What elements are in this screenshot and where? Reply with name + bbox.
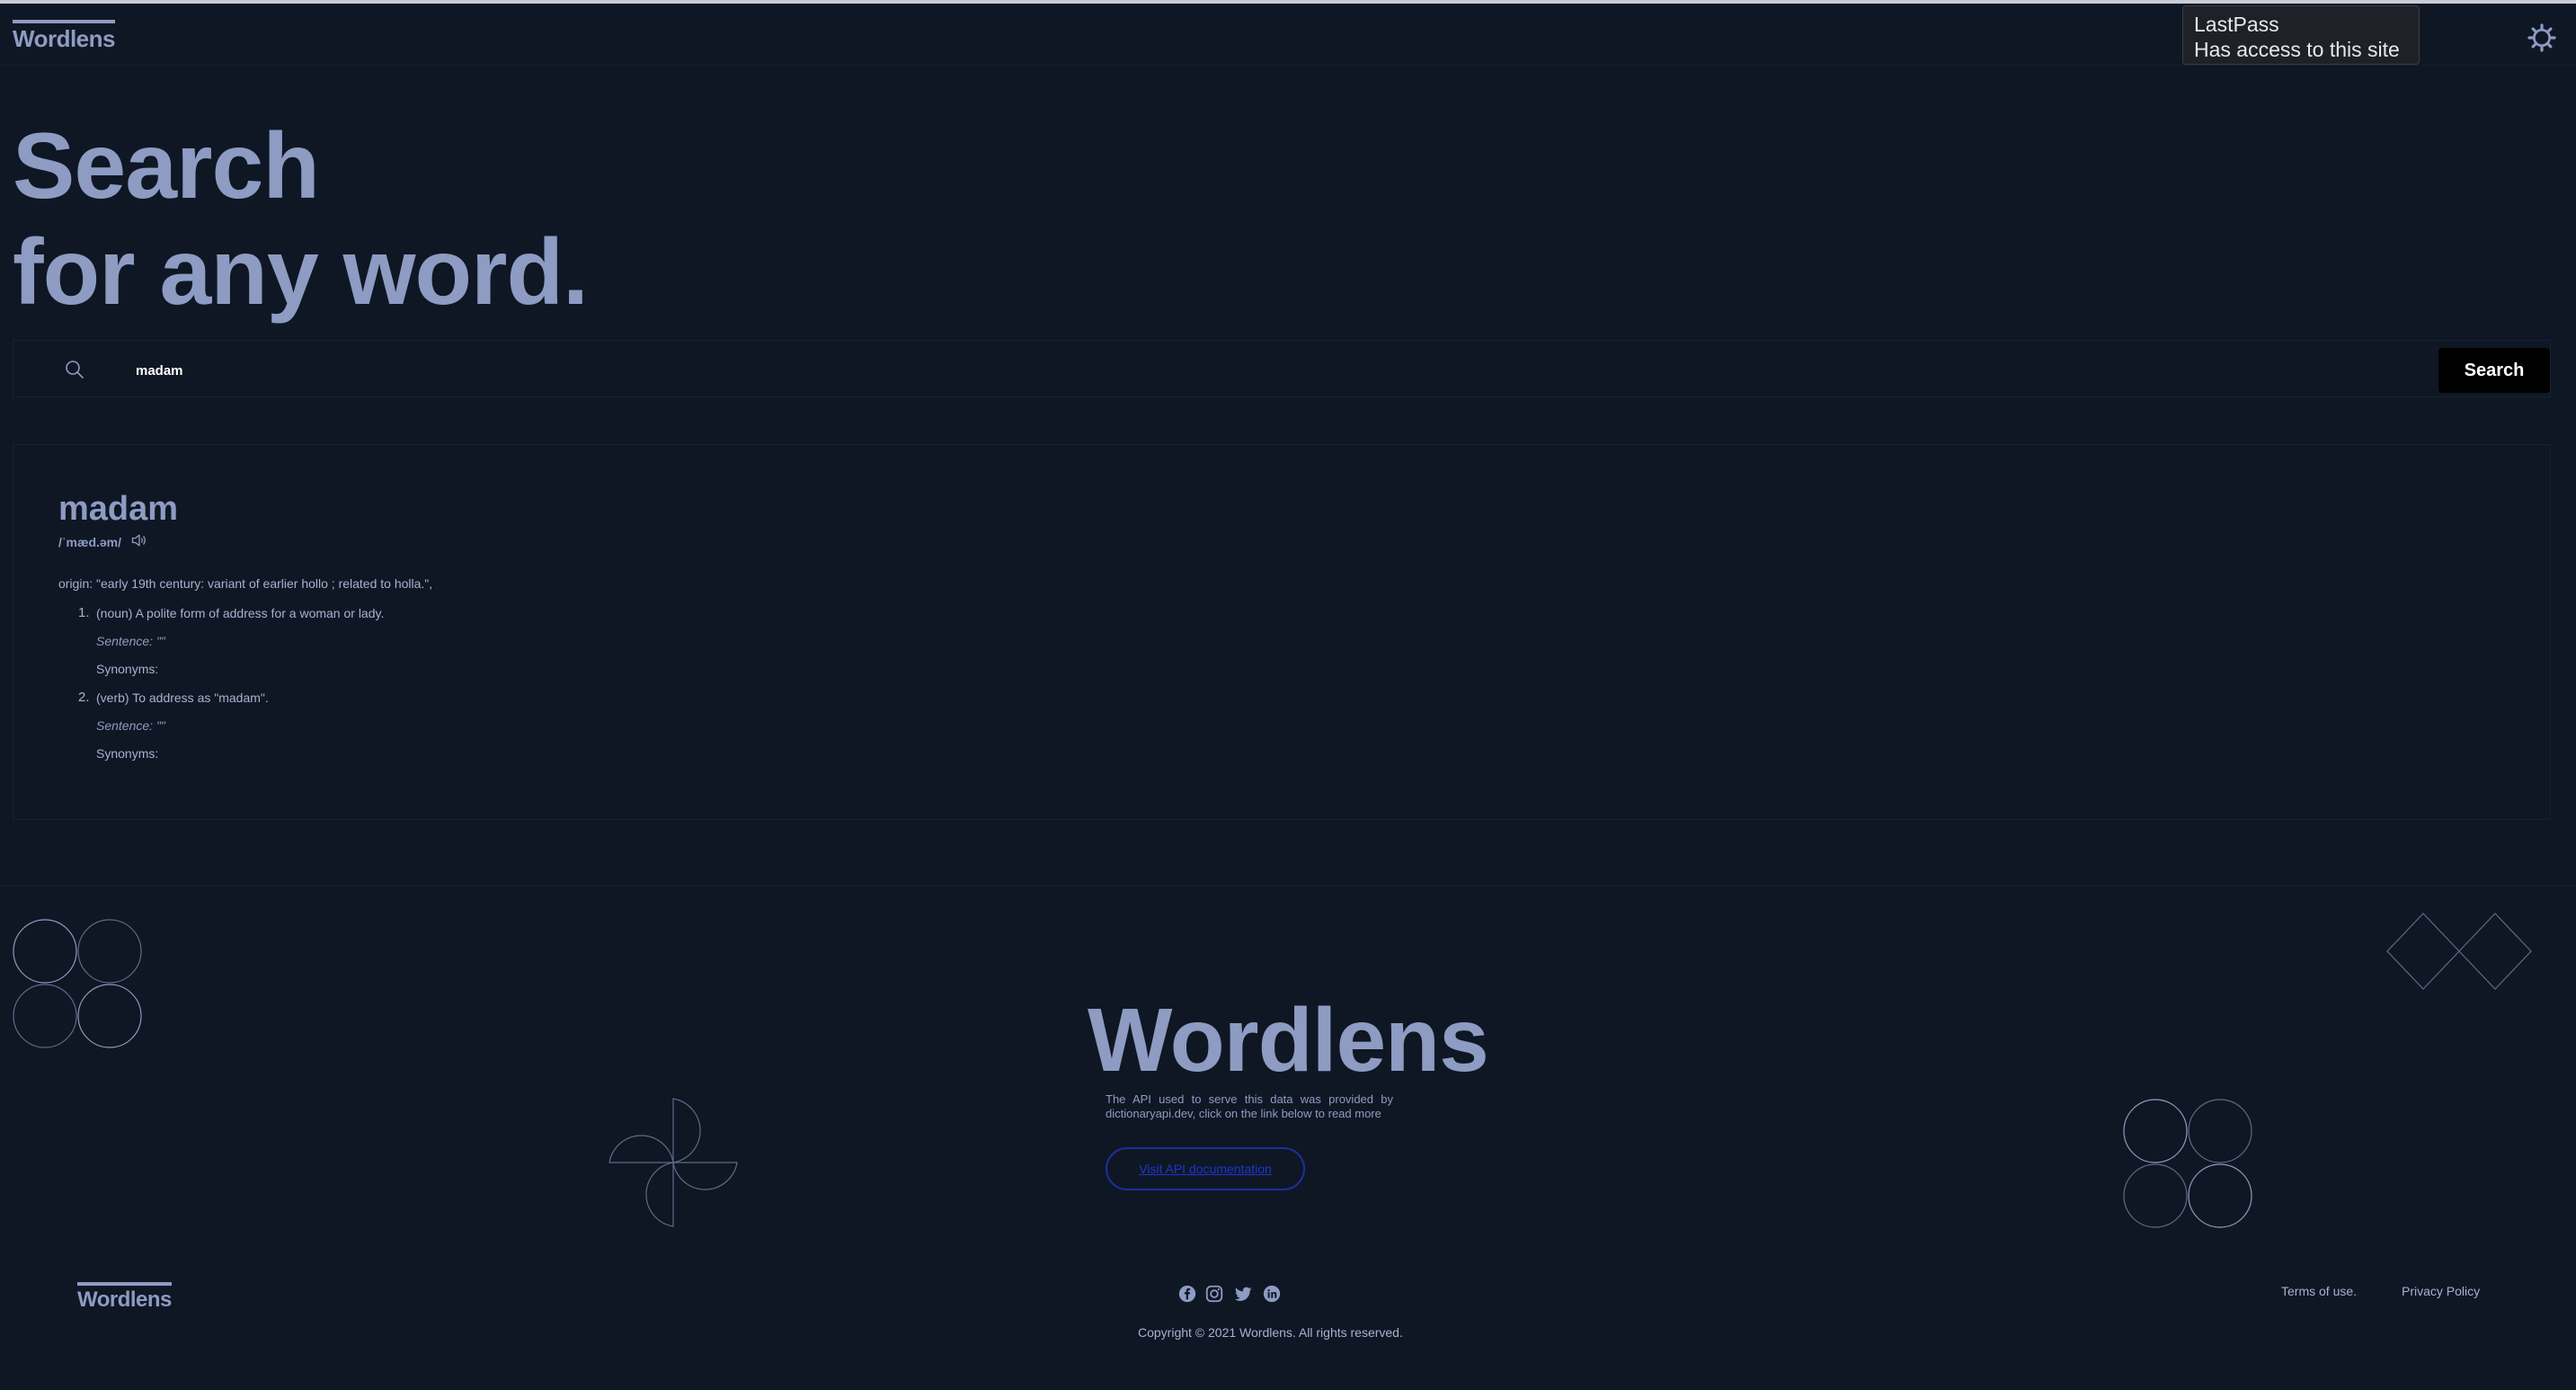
decorative-diamonds: [2386, 913, 2532, 990]
meaning-number: 1.: [78, 605, 90, 620]
result-origin: origin: "early 19th century: variant of …: [58, 576, 433, 591]
api-documentation-button[interactable]: Visit API documentation: [1106, 1147, 1305, 1190]
terms-of-use-link[interactable]: Terms of use.: [2281, 1284, 2357, 1298]
result-word: madam: [58, 490, 179, 528]
result-phonetic: /ˈmæd.əm/: [58, 535, 122, 549]
result-card: madam /ˈmæd.əm/ origin: "early 19th cent…: [13, 444, 2551, 820]
social-links: [1177, 1284, 1285, 1305]
theme-toggle-gear-icon[interactable]: [2527, 23, 2556, 52]
hero-line-1: Search: [13, 114, 320, 218]
decorative-circles-right: [2123, 1099, 2252, 1228]
header-logo[interactable]: Wordlens: [13, 20, 115, 53]
lastpass-tooltip: LastPass Has access to this site: [2182, 5, 2420, 65]
twitter-icon[interactable]: [1233, 1284, 1253, 1304]
meaning-synonyms: Synonyms:: [96, 746, 159, 761]
facebook-icon[interactable]: [1177, 1284, 1197, 1304]
lastpass-title: LastPass: [2194, 13, 2279, 36]
meaning-synonyms: Synonyms:: [96, 662, 159, 676]
linkedin-icon[interactable]: [1262, 1284, 1282, 1304]
decorative-circles-left: [13, 919, 142, 1048]
instagram-icon[interactable]: [1204, 1284, 1224, 1304]
meaning-number: 2.: [78, 690, 90, 705]
copyright-text: Copyright © 2021 Wordlens. All rights re…: [1138, 1325, 1403, 1340]
meaning-sentence: Sentence: "": [96, 634, 165, 648]
hero-heading: Search for any word.: [13, 113, 589, 325]
meaning-definition: (verb) To address as "madam".: [96, 691, 269, 705]
privacy-policy-link[interactable]: Privacy Policy: [2402, 1284, 2480, 1298]
speaker-icon[interactable]: [130, 531, 148, 549]
footer-logo[interactable]: Wordlens: [77, 1282, 172, 1313]
footer-divider: [0, 886, 2576, 887]
search-input[interactable]: [134, 353, 1306, 388]
search-icon: [66, 361, 84, 379]
search-bar: Search: [13, 340, 2551, 397]
meaning-sentence: Sentence: "": [96, 718, 165, 733]
hero-line-2: for any word.: [13, 220, 589, 325]
lastpass-subtitle: Has access to this site: [2194, 38, 2400, 61]
footer-description: The API used to serve this data was prov…: [1106, 1092, 1393, 1120]
footer-title: Wordlens: [1088, 990, 1489, 1091]
search-button[interactable]: Search: [2438, 348, 2550, 393]
decorative-pinwheel: [608, 1098, 738, 1227]
meaning-definition: (noun) A polite form of address for a wo…: [96, 606, 385, 620]
